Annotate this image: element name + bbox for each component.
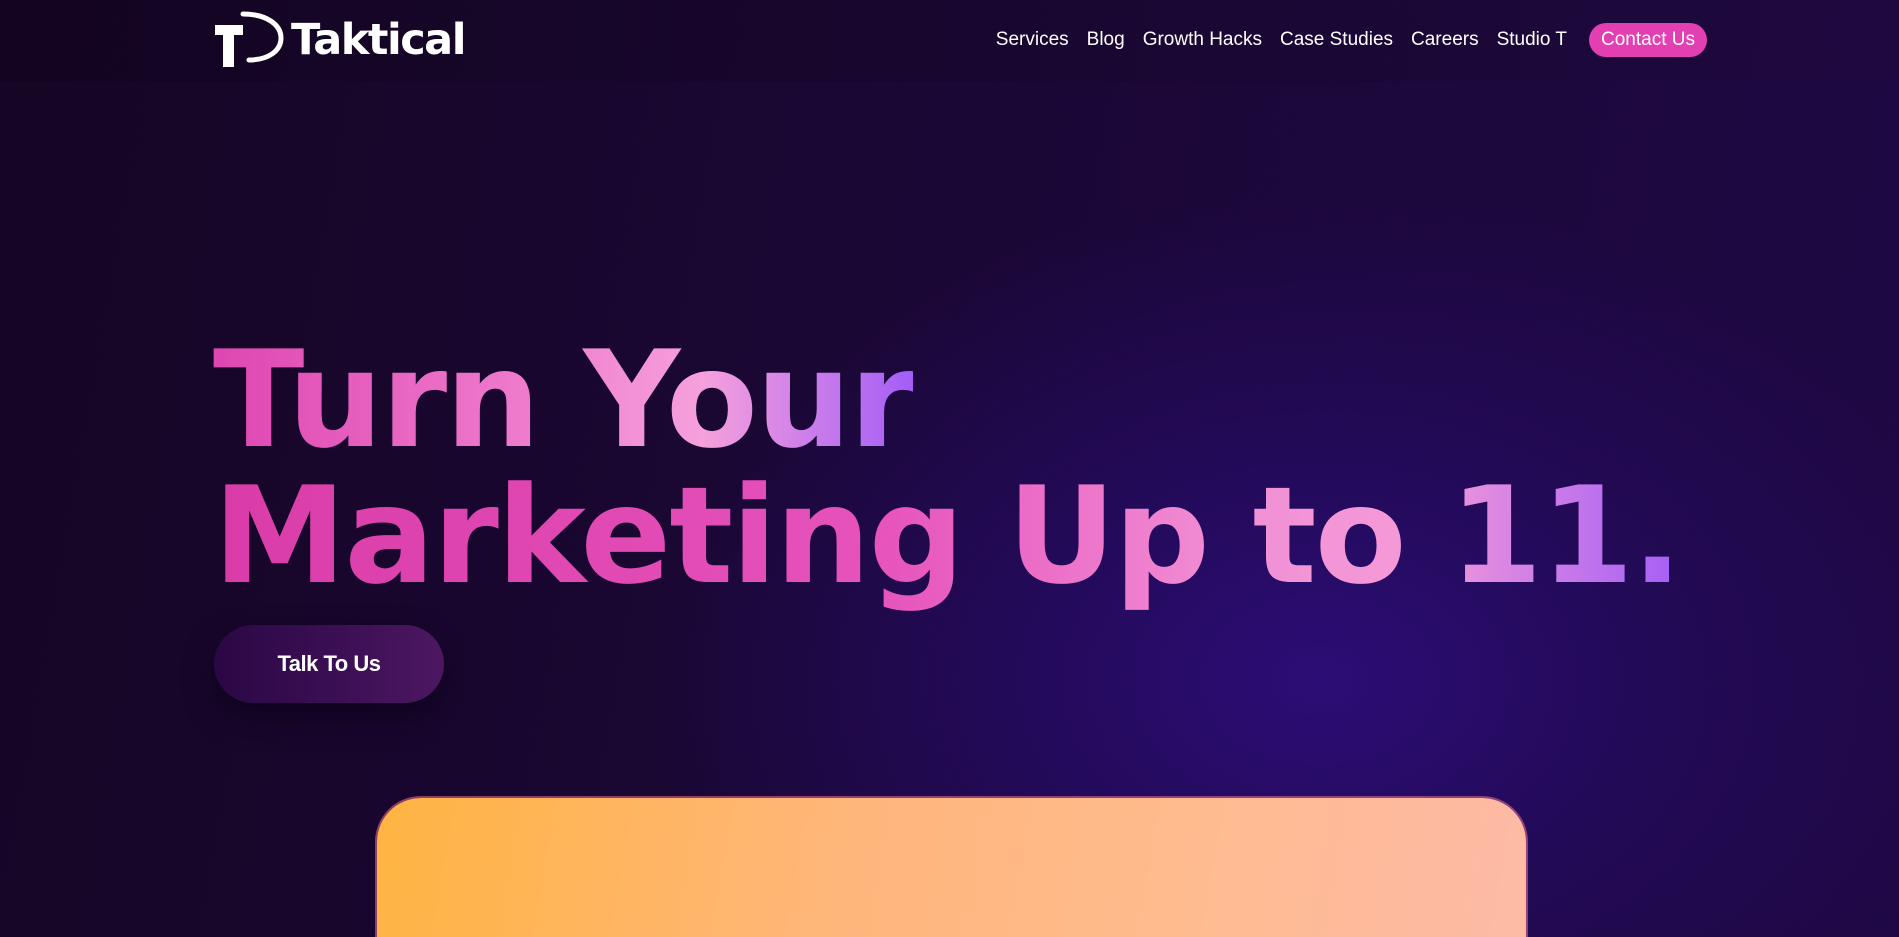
hero-headline-text-2: Marketing Up to 11.: [213, 458, 1683, 614]
talk-to-us-button[interactable]: Talk To Us: [214, 625, 444, 703]
main-nav: Services Blog Growth Hacks Case Studies …: [996, 22, 1707, 58]
hero-headline-line-2: Marketing Up to 11.: [213, 468, 1683, 604]
nav-case-studies[interactable]: Case Studies: [1280, 29, 1393, 51]
nav-blog[interactable]: Blog: [1087, 29, 1125, 51]
hero-headline-line-1: Turn Your: [213, 332, 1681, 468]
tp-monogram-icon: [215, 11, 284, 67]
nav-careers[interactable]: Careers: [1411, 29, 1479, 51]
hero-headline: Turn Your Marketing Up to 11.: [213, 332, 1683, 604]
nav-services[interactable]: Services: [996, 29, 1069, 51]
nav-growth-hacks[interactable]: Growth Hacks: [1143, 29, 1262, 51]
nav-studio-t[interactable]: Studio T: [1497, 29, 1567, 51]
brand-logo[interactable]: Taktical: [213, 11, 466, 69]
brand-name: Taktical: [291, 15, 466, 65]
hero-headline-text-1: Turn Your: [213, 322, 915, 478]
site-header: Taktical Services Blog Growth Hacks Case…: [0, 0, 1899, 82]
hero-media-card: [377, 798, 1526, 937]
contact-us-button[interactable]: Contact Us: [1589, 23, 1707, 57]
